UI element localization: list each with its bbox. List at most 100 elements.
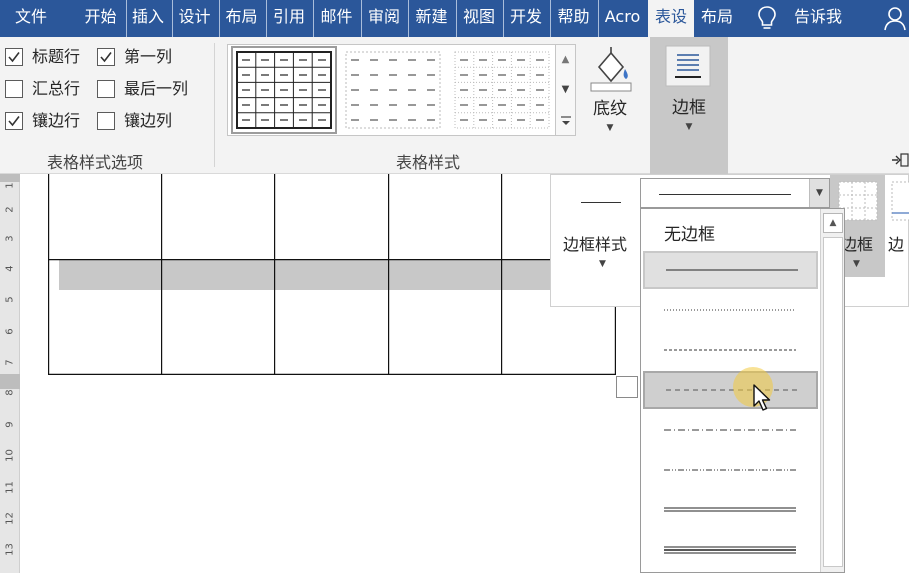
checkbox-box[interactable] <box>97 48 115 66</box>
line-style-dotted[interactable] <box>643 291 818 329</box>
shading-label: 底纹 <box>593 99 627 119</box>
line-style-item-label: 无边框 <box>664 225 715 245</box>
first-column-checkbox[interactable]: 第一列 <box>97 45 183 71</box>
shading-caret-icon: ▼ <box>606 123 614 133</box>
tab-view[interactable]: 视图 <box>456 0 501 37</box>
banded-row-shading <box>59 260 616 290</box>
tab-acrobat[interactable]: Acro <box>598 0 646 37</box>
checkbox-label: 汇总行 <box>32 79 81 98</box>
dropdown-scrollbar[interactable]: ▲ <box>820 209 844 572</box>
ruler-number: 1 <box>4 182 16 189</box>
gallery-scroll-up-icon[interactable]: ▲ <box>556 45 575 75</box>
tab-insert[interactable]: 插入 <box>126 0 169 37</box>
checkbox-box[interactable] <box>5 112 23 130</box>
border-painter-label[interactable]: 边 <box>888 231 904 255</box>
dropdown-scroll-thumb[interactable] <box>823 237 843 567</box>
line-style-list: 无边框 <box>641 209 820 573</box>
checkbox-box[interactable] <box>97 112 115 130</box>
tab-file[interactable]: 文件 <box>0 0 62 37</box>
document-table[interactable] <box>48 174 616 375</box>
line-style-dash-dot[interactable] <box>643 411 818 449</box>
checkbox-label: 镶边列 <box>124 111 173 130</box>
banded-rows-checkbox[interactable]: 镶边行 <box>5 109 91 135</box>
table-styles-group-label: 表格样式 <box>396 153 461 172</box>
checkmark-icon <box>8 116 20 127</box>
solid-line-icon <box>666 269 798 271</box>
double-line-icon <box>664 507 796 512</box>
border-styles-label[interactable]: 边框样式 <box>563 231 627 255</box>
tab-mailings[interactable]: 邮件 <box>313 0 359 37</box>
line-style-dropdown-icon[interactable]: ▼ <box>809 179 829 207</box>
borders-caret-icon: ▼ <box>685 122 693 132</box>
ruler-number: 3 <box>4 235 16 242</box>
dashed-line-icon <box>666 389 798 391</box>
border-painter-icon[interactable] <box>891 181 909 221</box>
ruler-number: 9 <box>4 421 16 428</box>
line-style-combo[interactable]: ▼ <box>640 178 830 208</box>
ruler-number: 6 <box>4 328 16 335</box>
tab-new[interactable]: 新建 <box>408 0 454 37</box>
line-style-current <box>659 194 791 195</box>
dash-dot-line-icon <box>664 429 796 431</box>
ruler-number: 5 <box>4 296 16 303</box>
vertical-ruler[interactable]: 1 2 3 4 5 6 7 8 9 10 11 12 13 <box>0 174 20 573</box>
tab-review[interactable]: 审阅 <box>361 0 406 37</box>
line-style-thick-thin[interactable] <box>643 531 818 569</box>
ruler-number: 7 <box>4 359 16 366</box>
line-style-dashed[interactable] <box>643 371 818 409</box>
thick-thin-line-icon <box>664 546 796 554</box>
last-column-checkbox[interactable]: 最后一列 <box>97 77 207 103</box>
borders-icon <box>665 45 711 87</box>
tab-help[interactable]: 帮助 <box>550 0 596 37</box>
line-style-dash-dot-dot[interactable] <box>643 451 818 489</box>
launcher-icon[interactable] <box>891 153 909 167</box>
line-style-solid[interactable] <box>643 251 818 289</box>
total-row-checkbox[interactable]: 汇总行 <box>5 77 91 103</box>
person-icon[interactable] <box>882 5 908 31</box>
borders-gallery-caret-icon[interactable]: ▼ <box>853 259 860 269</box>
tab-home[interactable]: 开始 <box>79 0 122 37</box>
ruler-number: 8 <box>4 389 16 396</box>
line-style-double[interactable] <box>643 491 818 529</box>
gallery-more-icon[interactable] <box>556 106 575 136</box>
borders-gallery-label[interactable]: 边框 <box>841 231 873 255</box>
border-sample-line <box>581 202 621 203</box>
ribbon-tab-bar: 文件 开始 插入 设计 布局 引用 邮件 审阅 新建 视图 开发 帮助 Acro… <box>0 0 909 37</box>
table-style-dotted-grid[interactable] <box>454 51 550 129</box>
gallery-scrollbar[interactable]: ▲ ▼ <box>555 44 576 136</box>
lightbulb-icon[interactable] <box>754 4 780 32</box>
checkbox-label: 第一列 <box>124 47 173 66</box>
ruler-number: 11 <box>4 481 16 494</box>
checkbox-label: 标题行 <box>32 47 81 66</box>
ruler-number: 4 <box>4 265 16 272</box>
table-resize-handle[interactable] <box>616 376 638 398</box>
tab-layout[interactable]: 布局 <box>219 0 263 37</box>
dropdown-scroll-up-icon[interactable]: ▲ <box>823 213 843 233</box>
dotted-line-icon <box>664 309 796 311</box>
checkbox-label: 镶边行 <box>32 111 81 130</box>
table-style-plain-grid[interactable] <box>231 46 337 134</box>
border-styles-caret-icon[interactable]: ▼ <box>599 259 606 269</box>
fine-dashed-line-icon <box>664 349 796 351</box>
tab-table-design[interactable]: 表设 <box>648 0 694 37</box>
tab-table-layout[interactable]: 布局 <box>695 0 739 37</box>
checkbox-box[interactable] <box>5 80 23 98</box>
paint-bucket-icon <box>590 47 632 92</box>
tab-developer[interactable]: 开发 <box>503 0 548 37</box>
tab-references[interactable]: 引用 <box>266 0 311 37</box>
checkbox-box[interactable] <box>5 48 23 66</box>
tab-design[interactable]: 设计 <box>172 0 216 37</box>
gallery-scroll-down-icon[interactable]: ▼ <box>556 75 575 105</box>
table-styles-gallery <box>227 44 576 136</box>
shading-button[interactable]: 底纹 ▼ <box>585 45 635 139</box>
tell-me-label[interactable]: 告诉我 <box>786 0 850 37</box>
line-style-no-border[interactable]: 无边框 <box>643 212 818 250</box>
ribbon: 标题行 第一列 汇总行 最后一列 镶边行 镶边列 表格样式选项 ▲ ▼ 表格样式… <box>0 37 909 174</box>
table-style-light-grid[interactable] <box>345 51 441 129</box>
header-row-checkbox[interactable]: 标题行 <box>5 45 91 71</box>
banded-columns-checkbox[interactable]: 镶边列 <box>97 109 183 135</box>
line-style-dashed-fine[interactable] <box>643 331 818 369</box>
ruler-number: 12 <box>4 512 16 525</box>
checkbox-box[interactable] <box>97 80 115 98</box>
borders-button[interactable]: 边框 ▼ <box>650 37 728 174</box>
